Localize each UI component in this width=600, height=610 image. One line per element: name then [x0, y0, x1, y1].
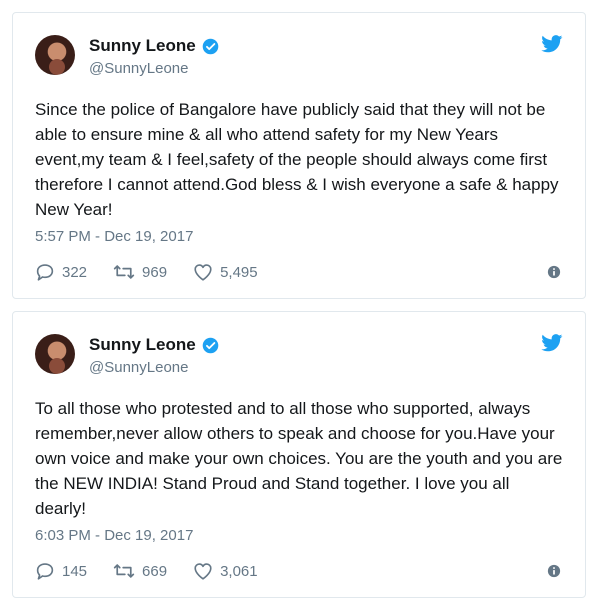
tweet-timestamp[interactable]: 6:03 PM - Dec 19, 2017 [35, 527, 193, 544]
reply-button[interactable]: 145 [35, 562, 87, 580]
tweet-card[interactable]: Sunny Leone @SunnyLeone To all those who… [12, 311, 586, 598]
like-icon [194, 563, 212, 580]
avatar[interactable] [35, 35, 75, 75]
like-icon [194, 264, 212, 281]
twitter-bird-icon[interactable] [541, 334, 563, 352]
tweet-actions: 145 669 3,061 [35, 562, 284, 580]
like-button[interactable]: 3,061 [193, 562, 258, 580]
tweet-timestamp[interactable]: 5:57 PM - Dec 19, 2017 [35, 228, 193, 245]
verified-badge-icon [202, 38, 219, 54]
info-icon[interactable] [547, 265, 561, 279]
tweet-text: Since the police of Bangalore have publi… [35, 100, 559, 219]
reply-icon [36, 264, 54, 281]
like-count: 3,061 [220, 562, 258, 580]
author-name[interactable]: Sunny Leone [89, 36, 196, 56]
tweet-actions: 322 969 5,495 [35, 263, 284, 281]
tweet-card[interactable]: Sunny Leone @SunnyLeone Since the police… [12, 12, 586, 299]
author-handle[interactable]: @SunnyLeone [89, 359, 188, 376]
like-button[interactable]: 5,495 [193, 263, 258, 281]
retweet-button[interactable]: 969 [113, 263, 167, 281]
info-icon[interactable] [547, 564, 561, 578]
tweet-text: To all those who protested and to all th… [35, 399, 563, 518]
retweet-count: 969 [142, 263, 168, 281]
author-name[interactable]: Sunny Leone [89, 335, 196, 355]
retweet-count: 669 [142, 562, 168, 580]
like-count: 5,495 [220, 263, 258, 281]
reply-button[interactable]: 322 [35, 263, 87, 281]
reply-icon [36, 563, 54, 580]
author-handle[interactable]: @SunnyLeone [89, 60, 188, 77]
reply-count: 145 [62, 562, 88, 580]
author-row: Sunny Leone [89, 335, 219, 355]
avatar[interactable] [35, 334, 75, 374]
twitter-bird-icon[interactable] [541, 35, 563, 53]
reply-count: 322 [62, 263, 88, 281]
retweet-button[interactable]: 669 [113, 562, 167, 580]
retweet-icon [113, 265, 135, 279]
verified-badge-icon [202, 337, 219, 353]
author-row: Sunny Leone [89, 36, 219, 56]
retweet-icon [113, 564, 135, 578]
